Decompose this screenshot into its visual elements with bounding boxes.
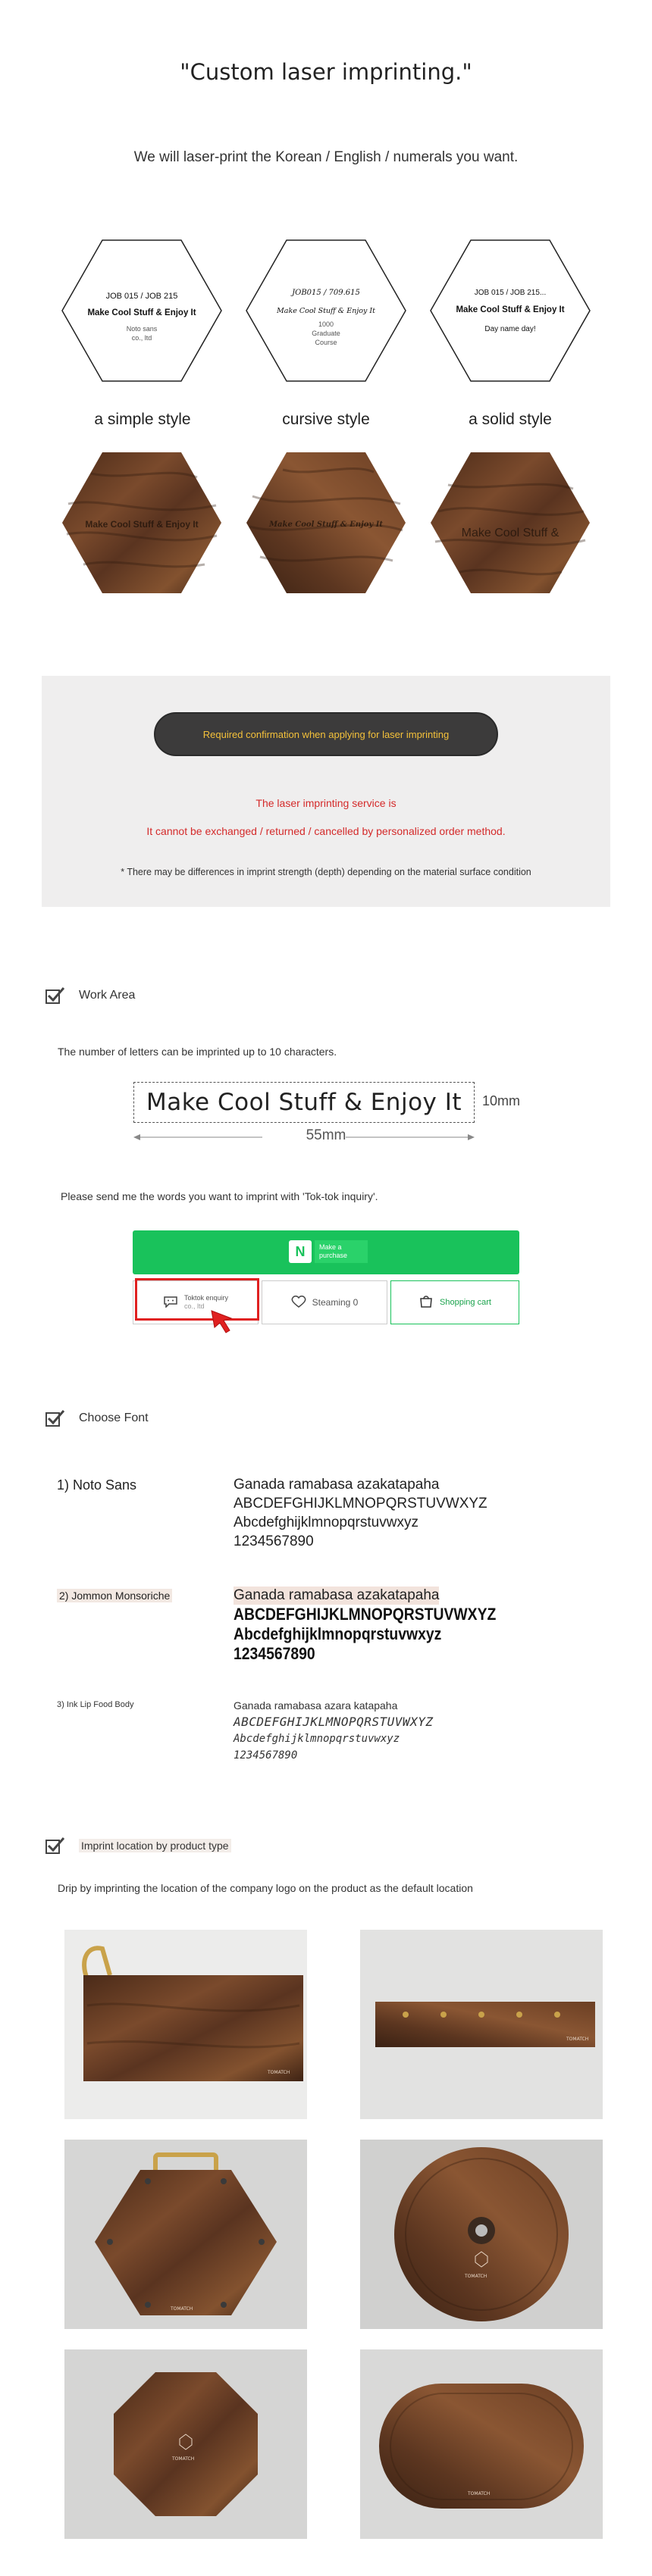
- location-heading: Imprint location by product type: [45, 1837, 231, 1855]
- section-title: Work Area: [79, 989, 136, 1002]
- location-desc: Drip by imprinting the location of the c…: [58, 1882, 473, 1894]
- photo-cutting-board: TOMATCH: [64, 1930, 307, 2119]
- svg-text:TOMATCH: TOMATCH: [171, 2456, 194, 2462]
- photo-wall-hook: TOMATCH: [360, 1930, 603, 2119]
- choose-font-heading: Choose Font: [45, 1409, 149, 1427]
- purchase-button[interactable]: N Make a purchase: [133, 1230, 519, 1274]
- wood-engraving: Make Cool Stuff &: [461, 527, 560, 539]
- sample-line: 1234567890: [234, 1533, 314, 1549]
- sample-line: 1234567890: [234, 1644, 315, 1663]
- sample-line: Ganada ramabasa azara katapaha: [234, 1699, 398, 1712]
- svg-text:TOMATCH: TOMATCH: [467, 2491, 490, 2496]
- sample-line: ABCDEFGHIJKLMNOPQRSTUVWXYZ: [234, 1496, 487, 1512]
- checkbox-icon: [45, 1409, 65, 1427]
- font-name: 1) Noto Sans: [57, 1477, 137, 1493]
- sample-line: Ganada ramabasa azakatapaha: [234, 1587, 440, 1605]
- font-name: 3) Ink Lip Food Body: [57, 1700, 134, 1709]
- svg-text:TOMATCH: TOMATCH: [170, 2306, 193, 2312]
- wood-sample-simple: Make Cool Stuff & Enjoy It: [61, 451, 223, 595]
- style-label: a simple style: [94, 411, 191, 428]
- sample-line: Ganada ramabasa azakatapaha: [234, 1477, 440, 1493]
- style-label: a solid style: [469, 411, 552, 428]
- naver-pay-icon: N: [289, 1240, 312, 1263]
- notice-warning: The laser imprinting service is: [255, 797, 397, 809]
- font-sample-inklip: Ganada ramabasa azara katapaha ABCDEFGHI…: [234, 1697, 433, 1764]
- style-samples: JOB 015 / JOB 215 Make Cool Stuff & Enjo…: [0, 239, 652, 390]
- hex-line: Make Cool Stuff & Enjoy It: [277, 307, 375, 315]
- hex-line: JOB 015 / JOB 215: [105, 292, 178, 301]
- svg-text:TOMATCH: TOMATCH: [267, 2070, 290, 2075]
- hex-line: JOB 015 / JOB 215...: [474, 289, 547, 297]
- checkbox-icon: [45, 1837, 65, 1855]
- walnut-hexagon: [431, 452, 590, 593]
- hex-line: JOB015 / 709.615: [292, 289, 360, 297]
- hex-line: 1000: [318, 320, 334, 328]
- sample-line: Abcdefghijklmnopqrstuvwxyz: [234, 1733, 400, 1745]
- sample-line: Abcdefghijklmnopqrstuvwxyz: [234, 1515, 418, 1530]
- checkbox-icon: [45, 986, 65, 1005]
- sample-line: Abcdefghijklmnopqrstuvwxyz: [234, 1624, 442, 1643]
- purchase-label: Make a purchase: [315, 1240, 368, 1263]
- svg-text:TOMATCH: TOMATCH: [566, 2037, 588, 2042]
- highlight-box: [135, 1278, 259, 1321]
- page-subtitle: We will laser-print the Korean / English…: [133, 149, 519, 165]
- section-title: Choose Font: [79, 1411, 149, 1424]
- letter-limit-text: The number of letters can be imprinted u…: [58, 1046, 337, 1058]
- hex-cursive: JOB015 / 709.615 Make Cool Stuff & Enjoy…: [245, 239, 407, 383]
- photo-hex-tray: TOMATCH: [64, 2140, 307, 2329]
- confirmation-pill: Required confirmation when applying for …: [154, 712, 498, 756]
- wishlist-label: Steaming 0: [312, 1297, 359, 1308]
- hex-solid: JOB 015 / JOB 215... Make Cool Stuff & E…: [429, 239, 591, 383]
- svg-text:TOMATCH: TOMATCH: [464, 2274, 487, 2279]
- style-label: cursive style: [282, 411, 370, 428]
- work-area-heading: Work Area: [45, 986, 135, 1005]
- wood-engraving: Make Cool Stuff & Enjoy It: [268, 521, 384, 529]
- font-sample-jommon: Ganada ramabasa azakatapaha ABCDEFGHIJKL…: [234, 1587, 532, 1664]
- height-dimension: 10mm: [482, 1093, 521, 1108]
- cart-button[interactable]: Shopping cart: [390, 1280, 519, 1324]
- sample-line: ABCDEFGHIJKLMNOPQRSTUVWXYZ: [234, 1715, 434, 1729]
- sample-line: 1234567890: [234, 1749, 298, 1762]
- notice-footnote: * There may be differences in imprint st…: [121, 867, 531, 877]
- photo-oval-tray: TOMATCH: [360, 2349, 603, 2539]
- hex-simple: JOB 015 / JOB 215 Make Cool Stuff & Enjo…: [61, 239, 223, 383]
- hex-line: Graduate: [312, 330, 340, 337]
- notice-warning: It cannot be exchanged / returned / canc…: [146, 825, 506, 837]
- cursor-pointer-icon: [211, 1310, 233, 1333]
- section-title: Imprint location by product type: [79, 1839, 231, 1852]
- send-instruction: Please send me the words you want to imp…: [61, 1190, 378, 1202]
- hex-line: Make Cool Stuff & Enjoy It: [456, 305, 565, 314]
- font-name: 2) Jommon Monsoriche: [57, 1589, 173, 1602]
- hex-line: Make Cool Stuff & Enjoy It: [87, 308, 196, 317]
- imprint-notice: Required confirmation when applying for …: [42, 676, 610, 907]
- cart-label: Shopping cart: [440, 1298, 491, 1307]
- sample-line: ABCDEFGHIJKLMNOPQRSTUVWXYZ: [234, 1605, 497, 1624]
- heart-icon: [291, 1295, 306, 1311]
- page-title: "Custom laser imprinting.": [180, 59, 472, 85]
- imprint-sample-box: Make Cool Stuff & Enjoy It: [133, 1082, 475, 1123]
- font-sample-noto: Ganada ramabasa azakatapaha ABCDEFGHIJKL…: [234, 1475, 487, 1551]
- hex-line: Noto sans: [126, 325, 158, 333]
- photo-round-stand: TOMATCH: [360, 2140, 603, 2329]
- wood-sample-cursive: Make Cool Stuff & Enjoy It: [245, 451, 407, 595]
- width-dimension: 55mm: [306, 1127, 346, 1143]
- hex-line: Day name day!: [484, 325, 536, 333]
- hex-line: Course: [315, 339, 337, 346]
- photo-octagon-board: TOMATCH: [64, 2349, 307, 2539]
- wood-engraving: Make Cool Stuff & Enjoy It: [85, 519, 199, 530]
- hex-line: co., ltd: [131, 334, 152, 342]
- wood-sample-solid: Make Cool Stuff &: [429, 451, 591, 595]
- wishlist-button[interactable]: Steaming 0: [262, 1280, 387, 1324]
- cart-icon: [418, 1295, 434, 1311]
